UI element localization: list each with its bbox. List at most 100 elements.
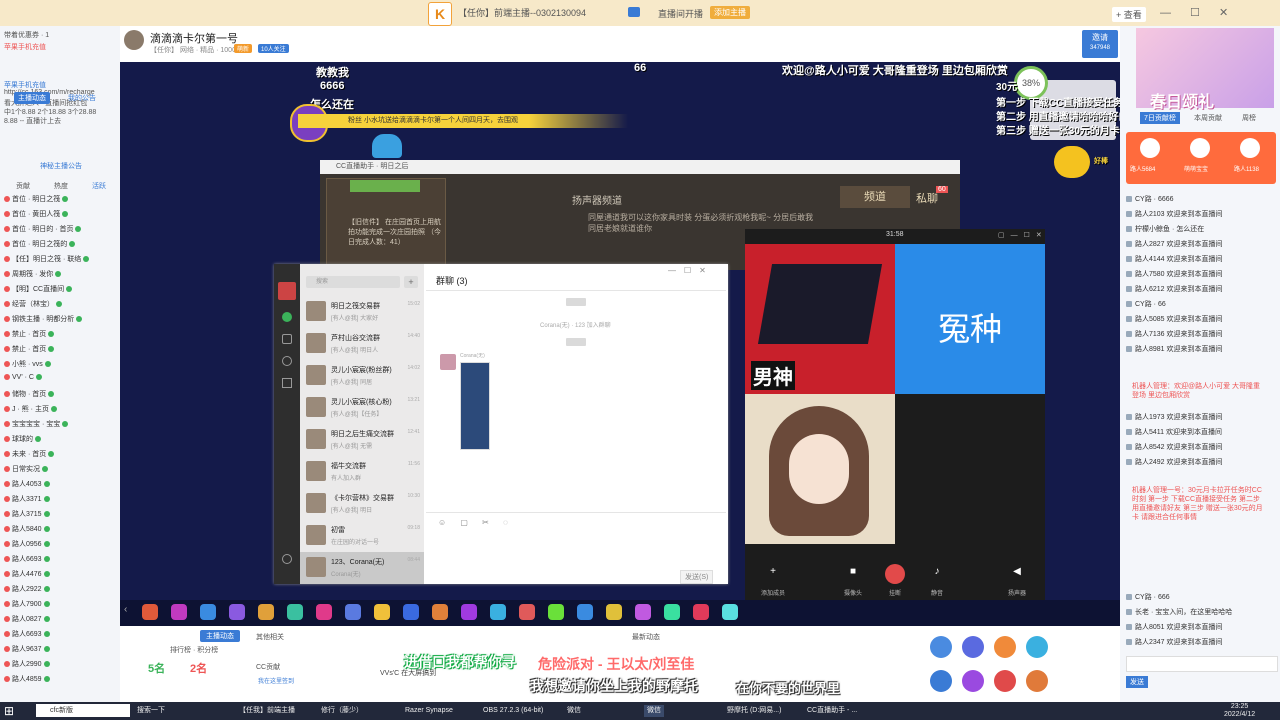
ranking-row[interactable]: 首位 · 明日的 · 首页 — [4, 224, 116, 235]
ranking-row[interactable]: 【任】明日之筏 · 联络 — [4, 254, 116, 265]
window-controls[interactable]: — ☐ ✕ — [1160, 6, 1236, 19]
taskbar-app[interactable]: Razer Synapse — [402, 705, 456, 717]
gift-item-icon[interactable] — [200, 604, 216, 620]
chat-input-area[interactable] — [430, 530, 720, 566]
speaker-icon[interactable]: ◀ — [1007, 566, 1027, 582]
message-sender-avatar[interactable] — [440, 354, 456, 370]
start-icon[interactable]: ⊞ — [4, 704, 14, 718]
wechat-avatar[interactable] — [278, 282, 296, 300]
gift-bar-prev-icon[interactable]: ‹ — [124, 604, 127, 615]
feature-icon[interactable] — [930, 636, 952, 658]
contact-item[interactable]: 灵儿小宸宸(粉丝群) [有人@我] 同居 14:02 — [300, 360, 424, 392]
favorites-icon[interactable] — [282, 356, 292, 366]
ranking-row[interactable]: 首位 · 明日之筏的 — [4, 239, 116, 250]
ranking-row[interactable]: J · 熊 · 主页 — [4, 404, 116, 415]
menu-icon[interactable] — [282, 554, 292, 564]
ranking-row[interactable]: 钢铁主播 · 明都分析 — [4, 314, 116, 325]
feature-icon[interactable] — [1026, 670, 1048, 692]
gift-item-icon[interactable] — [171, 604, 187, 620]
fan-avatar[interactable] — [1240, 138, 1260, 158]
contact-item[interactable]: 福牛交流群 有人加入群 11:56 — [300, 456, 424, 488]
gift-item-icon[interactable] — [258, 604, 274, 620]
gift-item-icon[interactable] — [519, 604, 535, 620]
contacts-icon[interactable] — [282, 334, 292, 344]
contact-item[interactable]: 《卡尔营林》交易群 [有人@我] 明日 10:30 — [300, 488, 424, 520]
ranking-row[interactable]: 宝宝宝宝 · 宝宝 — [4, 419, 116, 430]
feature-icon[interactable] — [962, 636, 984, 658]
chat-toolbar[interactable]: ☺ ▢ ✂ ◌ — [438, 518, 514, 527]
wechat-add-button[interactable]: + — [404, 276, 418, 288]
view-button[interactable]: + 查看 — [1112, 7, 1146, 22]
add-member-icon[interactable]: + — [763, 566, 783, 582]
gift-item-icon[interactable] — [432, 604, 448, 620]
ranking-row[interactable]: 路人5840 — [4, 524, 116, 535]
taskbar-app[interactable]: 搜索一下 — [134, 705, 168, 717]
ranking-row[interactable]: 禁止 · 首页 — [4, 344, 116, 355]
contact-item[interactable]: 123、Corana(无) Corana(无) 08:44 — [300, 552, 424, 584]
fan-avatar[interactable] — [1140, 138, 1160, 158]
ranking-row[interactable]: 经营（林宝） — [4, 299, 116, 310]
tab-latest[interactable]: 最新动态 — [632, 632, 660, 642]
ranking-row[interactable]: 路人0827 — [4, 614, 116, 625]
ranking-row[interactable]: 球球的 — [4, 434, 116, 445]
participant-tile[interactable] — [745, 394, 895, 544]
ranking-row[interactable]: 路人0956 — [4, 539, 116, 550]
gift-item-icon[interactable] — [142, 604, 158, 620]
feature-icon[interactable] — [962, 670, 984, 692]
ranking-row[interactable]: 日常实况 — [4, 464, 116, 475]
invite-button[interactable]: 邀请 347948 — [1082, 30, 1118, 58]
contact-item[interactable]: 明日之后生痛交流群 [有人@我] 无需 12:41 — [300, 424, 424, 456]
taskbar-app[interactable]: 修行（藤少） — [318, 705, 366, 717]
gift-banner[interactable]: 粉丝 小水坑送给滴滴滴卡尔第一个人间四月天，去围观 — [298, 114, 628, 128]
participant-tile[interactable]: 冤种 — [895, 244, 1045, 394]
ranking-row[interactable]: 路人9637 — [4, 644, 116, 655]
ranking-row[interactable]: 路人3371 — [4, 494, 116, 505]
chat-input[interactable] — [1126, 656, 1278, 672]
ranking-row[interactable]: 路人4053 — [4, 479, 116, 490]
ranking-row[interactable]: 路人6693 — [4, 554, 116, 565]
ranking-row[interactable]: 周期筏 · 发你 — [4, 269, 116, 280]
wechat-window-controls[interactable]: —☐✕ — [668, 266, 714, 275]
mute-icon[interactable]: ♪ — [927, 566, 947, 582]
tab-streamer-news[interactable]: 主播动态 — [14, 92, 50, 104]
gift-item-icon[interactable] — [664, 604, 680, 620]
ranking-row[interactable]: 首位 · 明日之筏 — [4, 194, 116, 205]
ranking-row[interactable]: 未来 · 首页 — [4, 449, 116, 460]
gift-item-icon[interactable] — [345, 604, 361, 620]
gift-item-icon[interactable] — [490, 604, 506, 620]
tab-contribution[interactable]: 贡献 — [12, 180, 34, 192]
participant-tile[interactable]: 男神 — [745, 244, 895, 394]
ranking-row[interactable]: 储物 · 首页 — [4, 389, 116, 400]
clock[interactable]: 23:25 2022/4/12 — [1224, 703, 1255, 719]
ranking-row[interactable]: 路人4859 — [4, 674, 116, 685]
send-button[interactable]: 发送(S) — [680, 570, 714, 584]
gift-item-icon[interactable] — [693, 604, 709, 620]
taskbar-app[interactable]: 微信 — [644, 705, 664, 717]
camera-icon[interactable]: ■ — [843, 566, 863, 582]
add-streamer-button[interactable]: 添加主播 — [710, 6, 750, 19]
gift-item-icon[interactable] — [722, 604, 738, 620]
tab-weekly[interactable]: 周榜 — [1238, 112, 1260, 124]
gift-item-icon[interactable] — [316, 604, 332, 620]
files-icon[interactable] — [282, 378, 292, 388]
sign-in-link[interactable]: 我在这里签到 — [258, 676, 294, 685]
feature-icon[interactable] — [994, 636, 1016, 658]
fan-avatar[interactable] — [1190, 138, 1210, 158]
tab-7day-rank[interactable]: 7日贡献榜 — [1140, 112, 1180, 124]
game-tab-channel[interactable]: 频道 — [840, 186, 910, 208]
contact-item[interactable]: 灵儿小宸宸(核心粉) [有人@我]【任务】 13:21 — [300, 392, 424, 424]
taskbar-app[interactable]: OBS 27.2.3 (64-bit) — [480, 705, 546, 717]
wechat-search-input[interactable]: 搜索 — [306, 276, 400, 288]
chat-icon[interactable] — [282, 312, 292, 322]
ranking-row[interactable]: 路人2922 — [4, 584, 116, 595]
streamer-avatar[interactable] — [124, 30, 144, 50]
gift-item-icon[interactable] — [548, 604, 564, 620]
ranking-row[interactable]: 路人7900 — [4, 599, 116, 610]
tab-my-notice[interactable]: 我的公告 — [64, 92, 100, 104]
ranking-row[interactable]: 路人3715 — [4, 509, 116, 520]
tab-room-news[interactable]: 主播动态 — [200, 630, 240, 642]
follow-count-badge[interactable]: 10人关注 — [258, 44, 289, 53]
contact-item[interactable]: 初雷 在庄园的对话一号 09:18 — [300, 520, 424, 552]
gift-item-icon[interactable] — [577, 604, 593, 620]
gift-item-icon[interactable] — [403, 604, 419, 620]
